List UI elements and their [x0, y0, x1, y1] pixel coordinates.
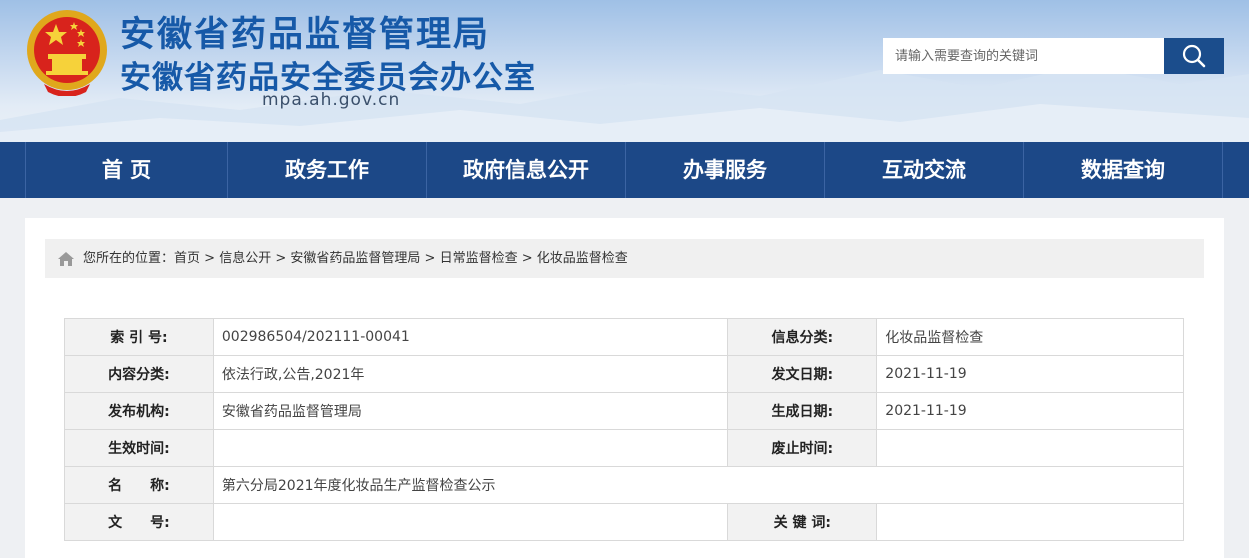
meta-label-effective: 生效时间: — [64, 429, 214, 467]
meta-value-name: 第六分局2021年度化妆品生产监督检查公示 — [212, 466, 1185, 504]
table-row: 生效时间: 废止时间: — [64, 429, 1184, 467]
table-row: 文 号: 关 键 词: — [64, 503, 1184, 541]
meta-value-doc-no — [212, 503, 729, 541]
meta-label-abolish: 废止时间: — [727, 429, 878, 467]
meta-label-issue-date: 发文日期: — [727, 355, 878, 393]
meta-value-gen-date: 2021-11-19 — [876, 392, 1184, 430]
breadcrumb-item-inspection[interactable]: 日常监督检查 — [440, 251, 518, 266]
breadcrumb-item-cosmetics[interactable]: 化妆品监督检查 — [537, 251, 628, 266]
table-row: 发布机构: 安徽省药品监督管理局 生成日期: 2021-11-19 — [64, 392, 1184, 430]
nav-item-services[interactable]: 办事服务 — [626, 142, 824, 198]
meta-value-effective — [212, 429, 729, 467]
content-panel: 您所在的位置：首页 > 信息公开 > 安徽省药品监督管理局 > 日常监督检查 >… — [25, 218, 1224, 558]
nav-item-data-query[interactable]: 数据查询 — [1024, 142, 1222, 198]
meta-value-content: 依法行政,公告,2021年 — [212, 355, 729, 393]
search-icon — [1182, 44, 1206, 68]
meta-label-content: 内容分类: — [64, 355, 214, 393]
nav-item-info-disclosure[interactable]: 政府信息公开 — [427, 142, 625, 198]
meta-label-publisher: 发布机构: — [64, 392, 214, 430]
meta-label-index: 索 引 号: — [64, 318, 214, 356]
site-domain: mpa.ah.gov.cn — [262, 90, 401, 110]
breadcrumb-item-bureau[interactable]: 安徽省药品监督管理局 — [290, 251, 420, 266]
table-row: 索 引 号: 002986504/202111-00041 信息分类: 化妆品监… — [64, 318, 1184, 356]
meta-label-keywords: 关 键 词: — [727, 503, 878, 541]
table-row: 名 称: 第六分局2021年度化妆品生产监督检查公示 — [64, 466, 1185, 504]
search-button[interactable] — [1164, 38, 1224, 74]
main-nav: 首 页 政务工作 政府信息公开 办事服务 互动交流 数据查询 — [0, 142, 1249, 198]
breadcrumb: 您所在的位置：首页 > 信息公开 > 安徽省药品监督管理局 > 日常监督检查 >… — [45, 239, 1204, 278]
breadcrumb-separator: > — [271, 251, 291, 266]
home-icon — [58, 252, 74, 266]
breadcrumb-separator: > — [420, 251, 440, 266]
meta-label-gen-date: 生成日期: — [727, 392, 878, 430]
meta-value-publisher: 安徽省药品监督管理局 — [212, 392, 729, 430]
site-title-line1: 安徽省药品监督管理局 — [120, 15, 491, 55]
nav-item-government-affairs[interactable]: 政务工作 — [228, 142, 426, 198]
meta-value-category: 化妆品监督检查 — [876, 318, 1184, 356]
meta-value-abolish — [876, 429, 1184, 467]
document-meta-table: 索 引 号: 002986504/202111-00041 信息分类: 化妆品监… — [64, 318, 1185, 541]
breadcrumb-trail: 您所在的位置：首页 > 信息公开 > 安徽省药品监督管理局 > 日常监督检查 >… — [83, 239, 628, 278]
breadcrumb-separator: > — [200, 251, 220, 266]
meta-label-doc-no: 文 号: — [64, 503, 214, 541]
meta-value-issue-date: 2021-11-19 — [876, 355, 1184, 393]
search-input[interactable] — [883, 38, 1165, 74]
meta-value-keywords — [876, 503, 1184, 541]
meta-value-index: 002986504/202111-00041 — [212, 318, 729, 356]
breadcrumb-item-home[interactable]: 首页 — [174, 251, 200, 266]
meta-label-category: 信息分类: — [727, 318, 878, 356]
header-banner: 安徽省药品监督管理局 安徽省药品安全委员会办公室 mpa.ah.gov.cn — [0, 0, 1249, 142]
meta-label-name: 名 称: — [64, 466, 214, 504]
nav-item-interaction[interactable]: 互动交流 — [825, 142, 1023, 198]
national-emblem-icon — [27, 10, 107, 96]
table-row: 内容分类: 依法行政,公告,2021年 发文日期: 2021-11-19 — [64, 355, 1184, 393]
nav-item-home[interactable]: 首 页 — [26, 142, 227, 198]
breadcrumb-item-info[interactable]: 信息公开 — [219, 251, 271, 266]
nav-separator — [1222, 142, 1223, 198]
breadcrumb-separator: > — [517, 251, 537, 266]
breadcrumb-prefix: 您所在的位置： — [83, 251, 175, 266]
